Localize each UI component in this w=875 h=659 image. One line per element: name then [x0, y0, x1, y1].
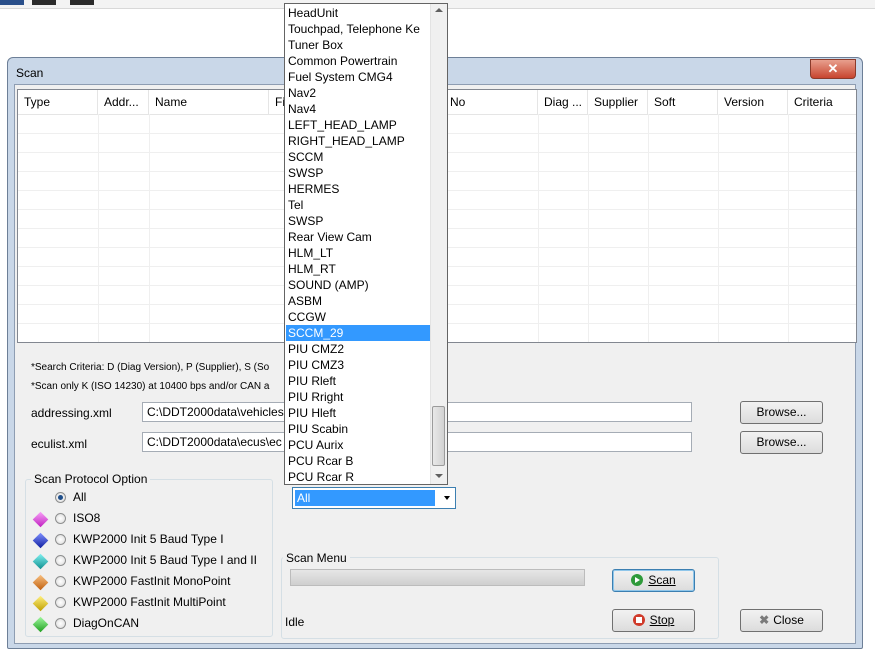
- dropdown-item[interactable]: PIU CMZ2: [286, 341, 432, 357]
- radio-iso8[interactable]: [55, 513, 66, 524]
- stop-button[interactable]: Stop: [612, 609, 695, 632]
- dropdown-item[interactable]: PCU Rcar R: [286, 469, 432, 484]
- scan-button[interactable]: Scan: [612, 569, 695, 592]
- dropdown-item[interactable]: PIU CMZ3: [286, 357, 432, 373]
- toolbar-button[interactable]: [32, 0, 56, 5]
- scan-menu-title: Scan Menu: [283, 551, 350, 565]
- scan-protocol-title: Scan Protocol Option: [31, 472, 151, 486]
- dropdown-item[interactable]: Touchpad, Telephone Ke: [286, 21, 432, 37]
- browse-eculist-button[interactable]: Browse...: [740, 431, 823, 454]
- ecu-filter-combo[interactable]: All: [292, 487, 456, 509]
- dropdown-item[interactable]: Common Powertrain: [286, 53, 432, 69]
- column-header-soft[interactable]: Soft: [648, 90, 718, 114]
- eculist-label: eculist.xml: [31, 437, 88, 451]
- scan-button-label: Scan: [648, 573, 676, 587]
- window-title: Scan: [16, 66, 44, 80]
- dropdown-item[interactable]: CCGW: [286, 309, 432, 325]
- dropdown-item[interactable]: SWSP: [286, 213, 432, 229]
- close-button-label: Close: [773, 613, 804, 627]
- radio-label-kwp-init5: KWP2000 Init 5 Baud Type I: [73, 532, 224, 546]
- dropdown-item[interactable]: HERMES: [286, 181, 432, 197]
- ecu-filter-value: All: [295, 490, 435, 506]
- dropdown-item[interactable]: PIU Hleft: [286, 405, 432, 421]
- radio-label-kwp-mono: KWP2000 FastInit MonoPoint: [73, 574, 231, 588]
- chevron-down-icon[interactable]: [444, 496, 450, 500]
- column-header-name[interactable]: Name: [149, 90, 269, 114]
- column-header-criteria[interactable]: Criteria: [788, 90, 856, 114]
- radio-kwp-mono[interactable]: [55, 576, 66, 587]
- browse-addressing-button[interactable]: Browse...: [740, 401, 823, 424]
- radio-kwp-multi[interactable]: [55, 597, 66, 608]
- radio-label-diagoncan: DiagOnCAN: [73, 616, 140, 630]
- play-icon: [631, 574, 644, 586]
- radio-label-kwp-multi: KWP2000 FastInit MultiPoint: [73, 595, 226, 609]
- window-close-button[interactable]: ✕: [810, 59, 856, 79]
- scroll-down-arrow-icon[interactable]: [435, 474, 443, 478]
- dropdown-item[interactable]: LEFT_HEAD_LAMP: [286, 117, 432, 133]
- stop-icon: [632, 614, 645, 626]
- radio-label-iso8: ISO8: [73, 511, 101, 525]
- column-header-supplier[interactable]: Supplier: [588, 90, 648, 114]
- dropdown-item[interactable]: PCU Rcar B: [286, 453, 432, 469]
- close-x-icon: ✖: [759, 613, 770, 627]
- stop-button-label: Stop: [649, 613, 675, 627]
- radio-label-all: All: [73, 490, 87, 504]
- dropdown-item[interactable]: HeadUnit: [286, 5, 432, 21]
- column-header-type[interactable]: Type: [18, 90, 98, 114]
- dropdown-item[interactable]: HLM_RT: [286, 261, 432, 277]
- scan-progress-bar: [290, 569, 585, 586]
- column-header-no[interactable]: No: [444, 90, 538, 114]
- radio-diagoncan[interactable]: [55, 618, 66, 629]
- column-header-version[interactable]: Version: [718, 90, 788, 114]
- close-icon: ✕: [827, 61, 839, 76]
- column-header-diag[interactable]: Diag ...: [538, 90, 588, 114]
- toolbar-button[interactable]: [70, 0, 94, 5]
- scan-status: Idle: [285, 615, 305, 629]
- dropdown-item[interactable]: PCU Aurix: [286, 437, 432, 453]
- dropdown-scrollbar[interactable]: [430, 4, 447, 484]
- dropdown-item[interactable]: PIU Rright: [286, 389, 432, 405]
- dropdown-item[interactable]: SCCM_29: [286, 325, 432, 341]
- dropdown-item[interactable]: ASBM: [286, 293, 432, 309]
- radio-kwp-init5[interactable]: [55, 534, 66, 545]
- search-criteria-note: *Search Criteria: D (Diag Version), P (S…: [31, 362, 270, 373]
- toolbar-button[interactable]: [0, 0, 24, 5]
- radio-label-kwp-init5-i-ii: KWP2000 Init 5 Baud Type I and II: [73, 553, 257, 567]
- scrollbar-thumb[interactable]: [432, 406, 445, 466]
- close-button[interactable]: ✖ Close: [740, 609, 823, 632]
- dropdown-item[interactable]: Rear View Cam: [286, 229, 432, 245]
- dropdown-item[interactable]: Nav2: [286, 85, 432, 101]
- column-header-address[interactable]: Addr...: [98, 90, 149, 114]
- dropdown-item[interactable]: Tuner Box: [286, 37, 432, 53]
- dropdown-item[interactable]: PIU Rleft: [286, 373, 432, 389]
- dropdown-item[interactable]: Nav4: [286, 101, 432, 117]
- dropdown-item[interactable]: RIGHT_HEAD_LAMP: [286, 133, 432, 149]
- ecu-dropdown-list[interactable]: HeadUnit Touchpad, Telephone Ke Tuner Box C…: [284, 3, 448, 485]
- dropdown-item[interactable]: Fuel System CMG4: [286, 69, 432, 85]
- dropdown-item[interactable]: SCCM: [286, 149, 432, 165]
- scroll-up-arrow-icon[interactable]: [435, 8, 443, 12]
- dropdown-item[interactable]: PIU Scabin: [286, 421, 432, 437]
- radio-kwp-init5-i-ii[interactable]: [55, 555, 66, 566]
- dropdown-item[interactable]: HLM_LT: [286, 245, 432, 261]
- dropdown-item[interactable]: Tel: [286, 197, 432, 213]
- addressing-label: addressing.xml: [31, 406, 112, 420]
- dropdown-item[interactable]: SWSP: [286, 165, 432, 181]
- radio-all[interactable]: [55, 492, 66, 503]
- scan-only-note: *Scan only K (ISO 14230) at 10400 bps an…: [31, 381, 270, 392]
- dropdown-item[interactable]: SOUND (AMP): [286, 277, 432, 293]
